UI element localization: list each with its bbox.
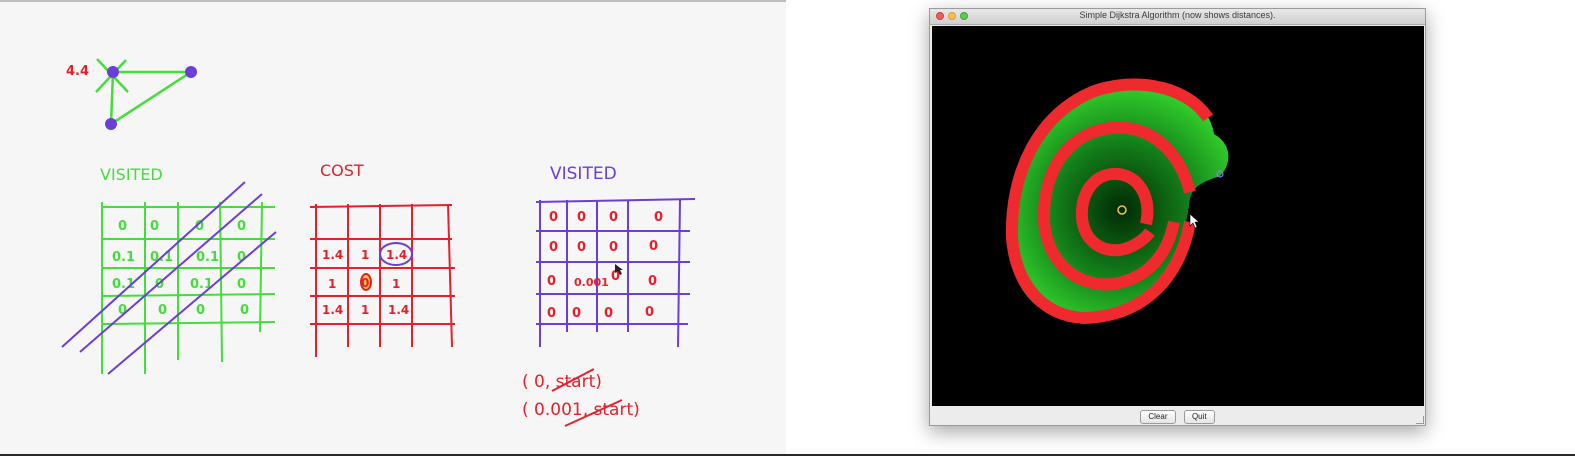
right-grid-values: 0 0 0 0 0 0 0 0 0 0.001 0 0 0 0 0 0 [547,210,663,321]
svg-text:1.4: 1.4 [388,303,409,317]
right-grid-title: VISITED [550,164,617,184]
graph-sketch: 4.4 [66,58,197,130]
svg-text:0: 0 [150,219,159,234]
left-grid-title: VISITED [100,165,163,184]
svg-text:1.4: 1.4 [322,248,343,262]
svg-text:1: 1 [361,248,369,262]
svg-text:1.4: 1.4 [322,303,343,317]
dijkstra-visualization [1005,78,1229,324]
whiteboard: 4.4 VISITED 0 0 0 0 0.1 0.1 0.1 0 0.1 0 … [0,0,786,454]
clear-button[interactable]: Clear [1140,410,1176,424]
resize-grip-icon[interactable] [1416,416,1424,424]
svg-text:0: 0 [240,303,249,318]
note-line-1: ( 0, start) [522,372,602,392]
svg-text:0: 0 [361,276,369,290]
button-bar: Clear Quit [930,406,1425,425]
app-window: Simple Dijkstra Algorithm (now shows dis… [929,8,1426,426]
cost-grid-values: 1.4 1 1.4 1 0 1 1.4 1 1.4 [322,248,409,317]
window-titlebar[interactable]: Simple Dijkstra Algorithm (now shows dis… [930,9,1425,25]
svg-text:0: 0 [547,274,556,289]
svg-text:0: 0 [609,210,618,225]
note-line-2: ( 0.001, start) [522,400,640,420]
svg-text:1: 1 [328,277,336,291]
svg-text:0: 0 [609,240,618,255]
svg-text:0: 0 [549,210,558,225]
svg-text:0: 0 [604,306,613,321]
quit-button[interactable]: Quit [1183,410,1215,424]
svg-text:0: 0 [572,306,581,321]
svg-text:0.1: 0.1 [112,250,135,265]
svg-text:0: 0 [237,277,246,292]
svg-text:0: 0 [577,210,586,225]
svg-text:0: 0 [196,303,205,318]
svg-text:1: 1 [361,303,369,317]
svg-text:0: 0 [549,240,558,255]
drawing-canvas[interactable] [932,26,1424,406]
svg-text:1: 1 [392,277,400,291]
cost-grid-title: COST [320,161,364,180]
svg-text:0: 0 [645,305,654,320]
svg-text:0: 0 [577,240,586,255]
graph-edge-label: 4.4 [66,64,89,79]
svg-text:1.4: 1.4 [386,248,407,262]
svg-text:0.1: 0.1 [196,250,219,265]
svg-text:0: 0 [654,210,663,225]
svg-text:0: 0 [649,239,658,254]
svg-text:0: 0 [237,219,246,234]
svg-text:0.001: 0.001 [574,276,609,289]
svg-text:0: 0 [547,306,556,321]
svg-text:0: 0 [158,303,167,318]
svg-text:0: 0 [648,274,657,289]
whiteboard-drawing: 4.4 VISITED 0 0 0 0 0.1 0.1 0.1 0 0.1 0 … [61,58,696,427]
svg-text:0: 0 [118,219,127,234]
window-title: Simple Dijkstra Algorithm (now shows dis… [1079,10,1276,20]
svg-text:0.1: 0.1 [190,277,213,292]
